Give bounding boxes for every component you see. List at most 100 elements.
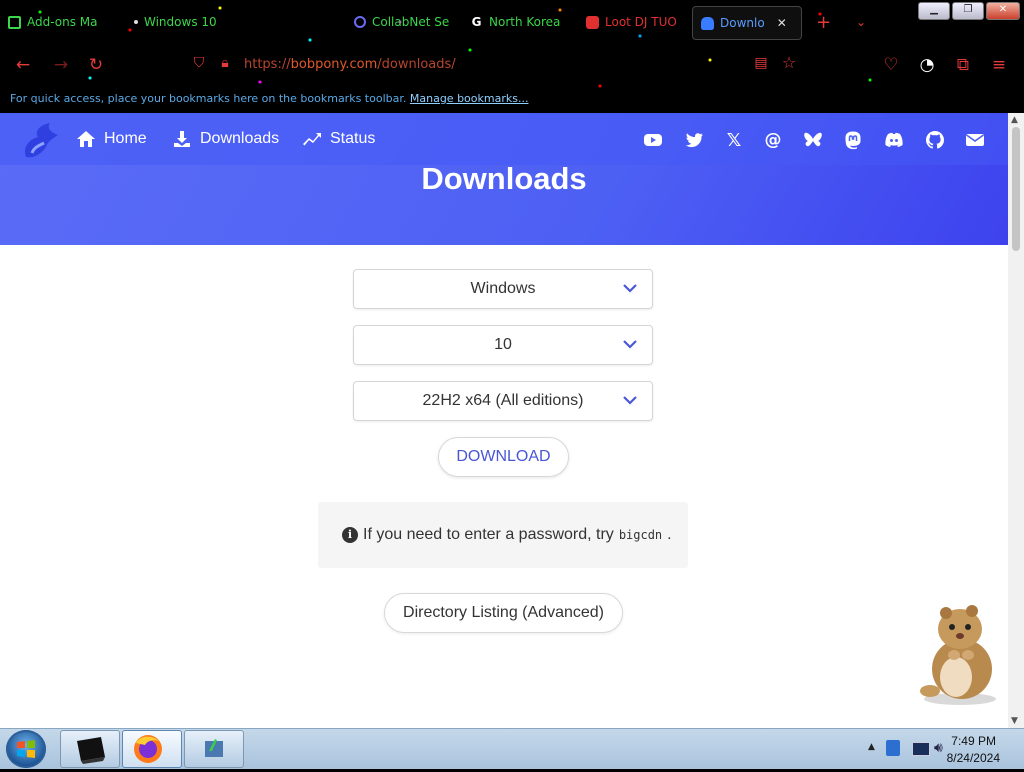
os-select[interactable]: Windows: [353, 269, 653, 309]
chevron-down-icon: [623, 340, 637, 349]
youtube-icon: [586, 15, 599, 29]
clock-date[interactable]: 8/24/2024: [947, 751, 1000, 765]
taskbar-firefox[interactable]: [122, 730, 182, 768]
scroll-thumb[interactable]: [1012, 127, 1020, 251]
manage-bookmarks-link[interactable]: Manage bookmarks...: [410, 92, 529, 105]
terminal-app-icon: [77, 737, 105, 764]
edition-select-value: 22H2 x64 (All editions): [422, 392, 584, 409]
email-link[interactable]: [964, 129, 986, 151]
password-hint-text: If you need to enter a password, try: [363, 526, 614, 543]
tab-downloads-active[interactable]: Downlo ✕: [692, 6, 802, 40]
app-icon: [205, 739, 223, 757]
start-button[interactable]: [6, 730, 46, 768]
close-tab-icon[interactable]: ✕: [777, 16, 787, 30]
version-select[interactable]: 10: [353, 325, 653, 365]
taskbar: ▲ 🔊︎ 7:49 PM 8/24/2024: [0, 728, 1024, 769]
site-navbar: Home Downloads Status 𝕏 @: [0, 113, 1008, 165]
bookmark-star-icon[interactable]: ☆: [778, 52, 800, 74]
github-link[interactable]: [924, 129, 946, 151]
x-icon: 𝕏: [726, 129, 742, 151]
chevron-down-icon: ⌄: [856, 15, 867, 29]
pocket-button[interactable]: ♡: [880, 54, 902, 76]
directory-listing-button[interactable]: Directory Listing (Advanced): [384, 593, 623, 633]
butterfly-icon: [701, 16, 714, 30]
nav-downloads[interactable]: Downloads: [172, 129, 279, 149]
volume-icon[interactable]: 🔊︎: [934, 740, 943, 756]
scroll-up-icon[interactable]: ▲: [1011, 115, 1018, 125]
pocket-icon: ♡: [883, 55, 899, 75]
reader-mode-icon[interactable]: ▤: [750, 52, 772, 74]
page-content: Home Downloads Status 𝕏 @ Downloads Wind…: [0, 113, 1008, 728]
nav-status[interactable]: Status: [302, 129, 375, 149]
system-tray: ▲ 🔊︎ 7:49 PM 8/24/2024: [844, 729, 1024, 769]
account-button[interactable]: ◔: [916, 54, 938, 76]
taskbar-terminal[interactable]: [60, 730, 120, 768]
network-icon[interactable]: [886, 740, 900, 756]
tab-list-button[interactable]: ⌄: [856, 6, 872, 38]
password-code: bigcdn: [618, 528, 663, 542]
home-icon: [77, 131, 95, 147]
restore-button[interactable]: ❐: [952, 2, 984, 20]
puzzle-icon: ⧉: [956, 55, 970, 75]
threads-link[interactable]: @: [762, 129, 784, 151]
password-hint: i If you need to enter a password, try b…: [342, 526, 672, 544]
google-icon: G: [471, 14, 482, 29]
arrow-left-icon: ←: [15, 55, 31, 75]
chevron-down-icon: [623, 284, 637, 293]
reload-button[interactable]: ↻: [85, 54, 107, 76]
show-hidden-icons-button[interactable]: ▲: [868, 742, 875, 752]
search-icon: [354, 16, 366, 28]
chevron-down-icon: [623, 396, 637, 405]
url-text[interactable]: https://bobpony.com/downloads/: [244, 57, 456, 72]
github-icon: [926, 131, 944, 149]
display-icon[interactable]: [912, 742, 930, 756]
tab-north-korea[interactable]: G North Korea: [470, 6, 560, 38]
back-button[interactable]: ←: [12, 54, 34, 76]
forward-button[interactable]: →: [50, 54, 72, 76]
plus-icon: +: [816, 11, 832, 33]
page-scrollbar[interactable]: ▲ ▼: [1008, 113, 1024, 728]
bluesky-link[interactable]: [802, 129, 824, 151]
windows-logo-icon: [17, 740, 35, 758]
password-hint-box: i If you need to enter a password, try b…: [318, 502, 688, 568]
edition-select[interactable]: 22H2 x64 (All editions): [353, 381, 653, 421]
threads-icon: @: [764, 130, 782, 150]
discord-link[interactable]: [883, 129, 905, 151]
info-icon: i: [342, 527, 358, 543]
youtube-link[interactable]: [642, 129, 664, 151]
page-title: Downloads: [421, 161, 587, 196]
tab-windows-10[interactable]: Windows 10: [134, 6, 224, 38]
browser-chrome: Add-ons Ma Windows 10 CollabNet Se G Nor…: [0, 0, 1024, 113]
timer-icon: ◔: [919, 55, 935, 75]
twitter-icon: [685, 133, 703, 148]
taskbar-app[interactable]: [184, 730, 244, 768]
arrow-right-icon: →: [53, 55, 69, 75]
lock-icon[interactable]: 🔒︎: [214, 52, 236, 74]
mastodon-link[interactable]: [842, 129, 864, 151]
site-logo[interactable]: [12, 117, 64, 165]
tab-add-ons[interactable]: Add-ons Ma: [8, 6, 108, 38]
clock-time[interactable]: 7:49 PM: [951, 734, 996, 748]
twitter-link[interactable]: [683, 129, 705, 151]
discord-icon: [885, 132, 903, 147]
bookmarks-toolbar: For quick access, place your bookmarks h…: [10, 92, 529, 105]
caret-up-icon: ▲: [868, 742, 875, 752]
x-link[interactable]: 𝕏: [723, 129, 745, 151]
extensions-button[interactable]: ⧉: [952, 54, 974, 76]
os-select-value: Windows: [470, 280, 536, 297]
url-bar[interactable]: ⛉ 🔒︎ https://bobpony.com/downloads/ ▤ ☆: [186, 52, 806, 80]
tab-loot-dj[interactable]: Loot DJ TUO: [586, 6, 676, 38]
mastodon-icon: [845, 131, 861, 150]
reload-icon: ↻: [88, 55, 104, 75]
download-button[interactable]: DOWNLOAD: [438, 437, 569, 477]
close-window-button[interactable]: ✕: [986, 2, 1020, 20]
new-tab-button[interactable]: +: [816, 6, 832, 38]
tab-collabnet[interactable]: CollabNet Se: [354, 6, 450, 38]
close-icon: ✕: [998, 4, 1008, 15]
shield-icon[interactable]: ⛉: [188, 52, 210, 74]
minimize-button[interactable]: ▁: [918, 2, 950, 20]
scroll-down-icon[interactable]: ▼: [1011, 716, 1018, 726]
youtube-icon: [644, 134, 662, 146]
menu-button[interactable]: ≡: [988, 54, 1010, 76]
nav-home[interactable]: Home: [76, 129, 147, 149]
